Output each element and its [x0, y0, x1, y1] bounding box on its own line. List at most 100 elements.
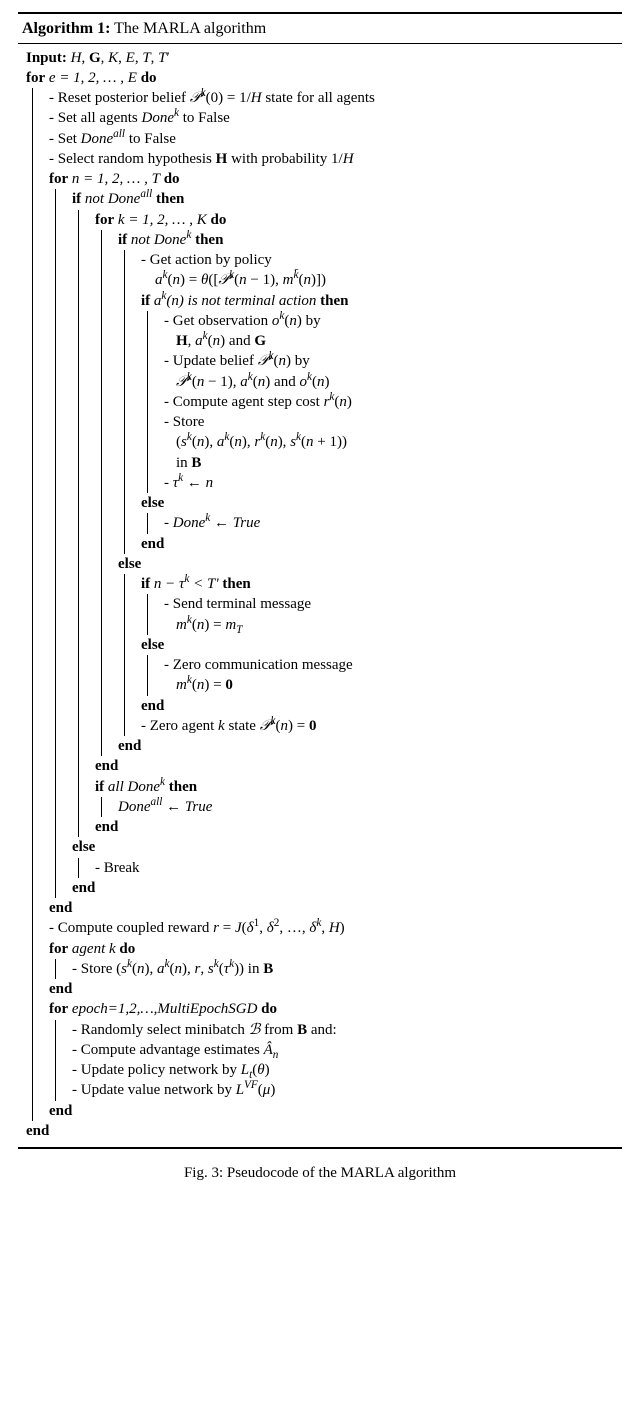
block-all-done: Doneall ← True [101, 797, 620, 817]
rand-mb: - Randomly select minibatch ℬ from B and… [72, 1020, 620, 1040]
else4: else [72, 837, 620, 857]
end4: end [95, 756, 620, 776]
block-agent-k: - Store (sk(n), ak(n), r, sk(τk)) in B [55, 959, 620, 979]
for-epoch: for epoch=1,2,…,MultiEpochSGD do [49, 999, 620, 1019]
block-else4: - Break [78, 858, 620, 878]
else2: else [118, 554, 620, 574]
compute-cost: - Compute agent step cost rk(n) [164, 392, 620, 412]
if-not-donek: if not Donek then [118, 230, 620, 250]
for-k: for k = 1, 2, … , K do [95, 210, 620, 230]
title-prefix: Algorithm 1: [22, 20, 110, 37]
for-k-range: k = 1, 2, … , K [118, 212, 207, 228]
if-not-doneall: if not Doneall then [72, 189, 620, 209]
for-n-range: n = 1, 2, … , T [72, 171, 160, 187]
end8: end [49, 979, 620, 999]
kw-then: then [156, 191, 184, 207]
select-H: - Select random hypothesis H with probab… [49, 149, 620, 169]
get-obs: - Get observation ok(n) by [164, 311, 620, 331]
kw-do: do [211, 212, 227, 228]
kw-for: for [95, 212, 114, 228]
kw-do: do [164, 171, 180, 187]
donek-true: - Donek ← True [164, 513, 620, 533]
compute-reward: - Compute coupled reward r = J(δ1, δ2, …… [49, 918, 620, 938]
kw-then: then [195, 232, 223, 248]
break: - Break [95, 858, 620, 878]
zero-comm: - Zero communication message [164, 655, 620, 675]
kw-if: if [141, 576, 150, 592]
block-if-notterm: - Get observation ok(n) by H, ak(n) and … [147, 311, 620, 493]
algorithm-box: Algorithm 1: The MARLA algorithm Input: … [18, 12, 622, 1149]
kw-do: do [119, 941, 135, 957]
tau-assign: - τk ← n [164, 473, 620, 493]
input-label: Input: [26, 50, 67, 66]
update-belief: - Update belief 𝒫k(n) by [164, 351, 620, 371]
block-epoch: - Randomly select minibatch ℬ from B and… [55, 1020, 620, 1101]
kw-if: if [95, 779, 104, 795]
else3: else [141, 635, 620, 655]
for-epoch-range: epoch=1,2,…,MultiEpochSGD [72, 1001, 258, 1017]
block-e: - Reset posterior belief 𝒫k(0) = 1/H sta… [32, 88, 620, 1121]
block-k: if not Donek then - Get action by policy… [101, 230, 620, 757]
block-else1: - Donek ← True [147, 513, 620, 533]
block-n: if not Doneall then for k = 1, 2, … , K … [55, 189, 620, 898]
end2: end [141, 696, 620, 716]
store2: - Store (sk(n), ak(n), r, sk(τk)) in B [72, 959, 620, 979]
kw-then: then [320, 293, 348, 309]
block-else2: if n − τk < Tʹ then - Send terminal mess… [124, 574, 620, 736]
end5: end [95, 817, 620, 837]
get-action: - Get action by policy [141, 250, 620, 270]
algorithm-body: Input: H, G, K, E, T, Tʹ for e = 1, 2, …… [18, 44, 622, 1148]
else1: else [141, 493, 620, 513]
for-agent-k: for agent k do [49, 939, 620, 959]
compute-adv: - Compute advantage estimates Ân [72, 1040, 620, 1060]
title-text: The MARLA algorithm [114, 20, 266, 37]
update-policy: - Update policy network by Lt(θ) [72, 1060, 620, 1080]
end9: end [49, 1101, 620, 1121]
block-if-doneall: for k = 1, 2, … , K do if not Donek then… [78, 210, 620, 838]
for-e-range: e = 1, 2, … , E [49, 70, 137, 86]
reset-belief: - Reset posterior belief 𝒫k(0) = 1/H sta… [49, 88, 620, 108]
block-if-ntau: - Send terminal message mk(n) = mT [147, 594, 620, 635]
store1c: in B [164, 453, 620, 473]
kw-then: then [169, 779, 197, 795]
get-obs2: H, ak(n) and G [164, 331, 620, 351]
kw-do: do [141, 70, 157, 86]
store1: - Store [164, 412, 620, 432]
end6: end [72, 878, 620, 898]
for-n: for n = 1, 2, … , T do [49, 169, 620, 189]
kw-for: for [49, 1001, 68, 1017]
zero-comm2: mk(n) = 0 [164, 675, 620, 695]
end10: end [26, 1121, 620, 1141]
doneall-true: Doneall ← True [118, 797, 620, 817]
if-all-done: if all Donek then [95, 777, 620, 797]
input-vars: H, G, K, E, T, Tʹ [71, 50, 170, 66]
send-term2: mk(n) = mT [164, 615, 620, 635]
zero-state: - Zero agent k state 𝒫k(n) = 0 [141, 716, 620, 736]
end1: end [141, 534, 620, 554]
kw-for: for [49, 941, 68, 957]
kw-for: for [26, 70, 45, 86]
kw-if: if [72, 191, 81, 207]
update-belief2: 𝒫k(n − 1), ak(n) and ok(n) [164, 372, 620, 392]
end3: end [118, 736, 620, 756]
get-action-eq: ak(n) = θ([𝒫k(n − 1), mk̄(n)]) [141, 270, 620, 290]
kw-do: do [261, 1001, 277, 1017]
input-line: Input: H, G, K, E, T, Tʹ [26, 48, 620, 68]
set-donek: - Set all agents Donek to False [49, 108, 620, 128]
kw-if: if [141, 293, 150, 309]
kw-if: if [118, 232, 127, 248]
kw-then: then [222, 576, 250, 592]
block-if-donek: - Get action by policy ak(n) = θ([𝒫k(n −… [124, 250, 620, 554]
kw-for: for [49, 171, 68, 187]
if-n-tau: if n − τk < Tʹ then [141, 574, 620, 594]
algorithm-title: Algorithm 1: The MARLA algorithm [18, 14, 622, 44]
set-doneall: - Set Doneall to False [49, 129, 620, 149]
if-a-not-terminal: if ak(n) is not terminal action then [141, 291, 620, 311]
update-value: - Update value network by LVF(μ) [72, 1080, 620, 1100]
end7: end [49, 898, 620, 918]
store1b: (sk(n), ak(n), rk(n), sk(n + 1)) [164, 432, 620, 452]
block-else3: - Zero communication message mk(n) = 0 [147, 655, 620, 696]
send-term: - Send terminal message [164, 594, 620, 614]
for-agent-k-range: agent k [72, 941, 116, 957]
for-e: for e = 1, 2, … , E do [26, 68, 620, 88]
